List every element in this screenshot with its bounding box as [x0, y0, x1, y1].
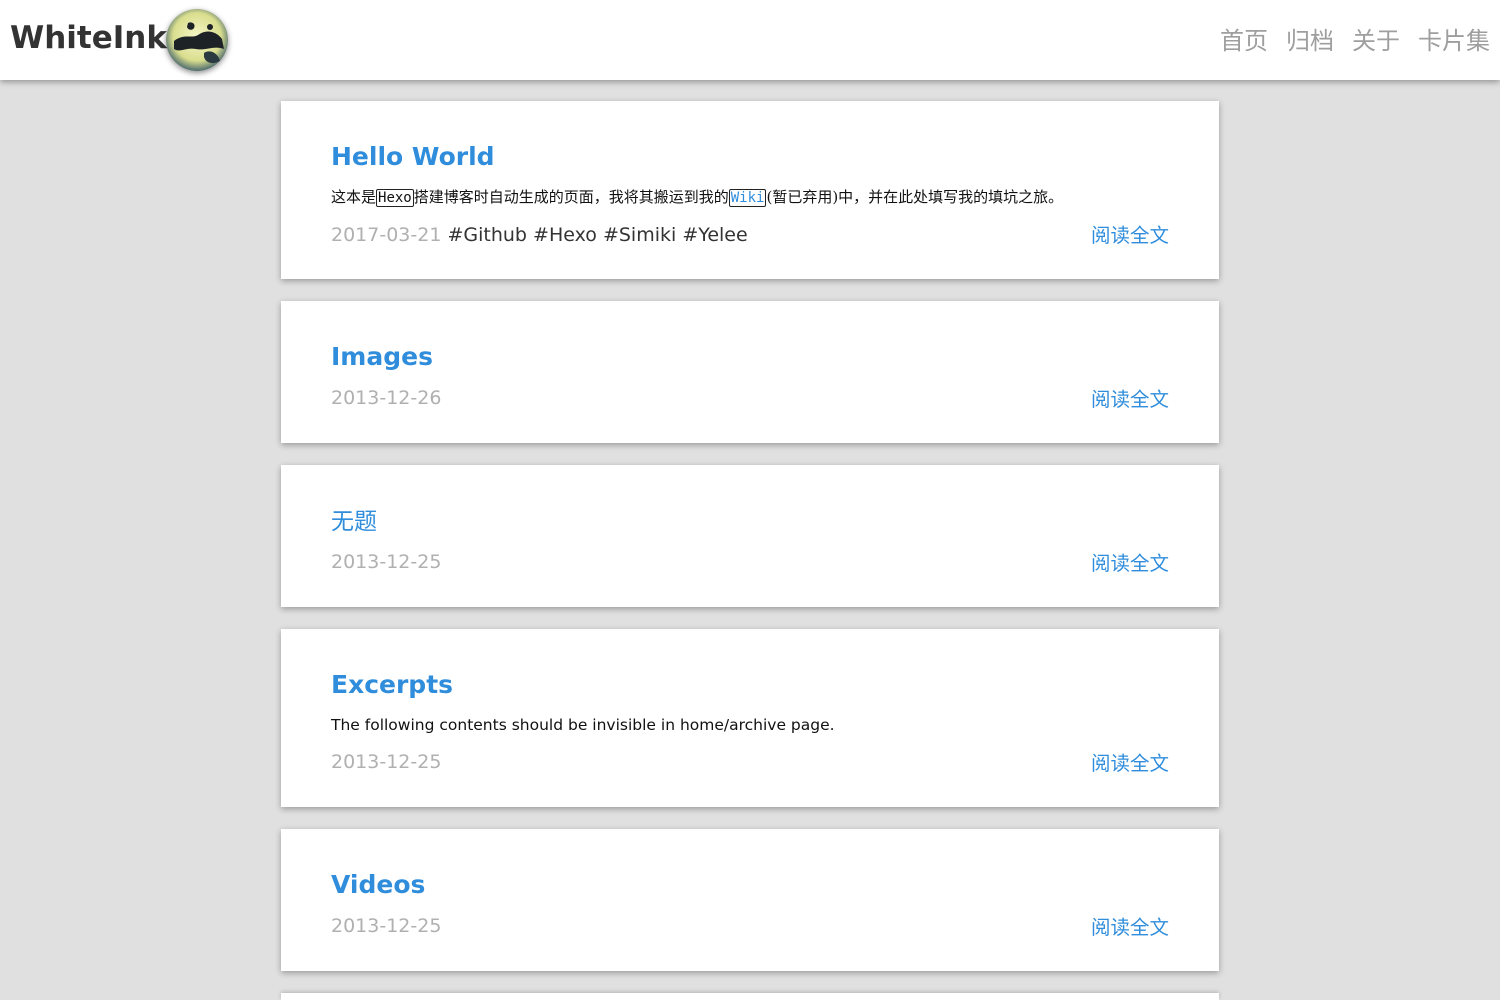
read-more-link[interactable]: 阅读全文 — [1091, 223, 1169, 249]
post-date: 2013-12-25 — [331, 551, 442, 573]
excerpt-text: 搭建博客时自动生成的页面，我将其搬运到我的 — [413, 188, 729, 206]
post-date: 2017-03-21 — [331, 224, 442, 246]
tag-link[interactable]: #Github — [447, 224, 527, 246]
post-card: Excerpts The following contents should b… — [281, 629, 1219, 807]
post-meta: 2013-12-25 — [331, 549, 441, 575]
post-excerpt: 这本是 Hexo 搭建博客时自动生成的页面，我将其搬运到我的 Wiki (暂已弃用)中，… — [331, 186, 1063, 209]
post-card: Images 2013-12-26 阅读全文 — [281, 301, 1219, 443]
avatar-image — [166, 9, 228, 71]
nav-home[interactable]: 首页 — [1220, 26, 1268, 56]
post-date: 2013-12-25 — [331, 915, 442, 937]
post-card: Videos 2013-12-25 阅读全文 — [281, 829, 1219, 971]
post-meta: 2013-12-25 — [331, 913, 441, 939]
excerpt-text: 这本是 — [331, 188, 377, 206]
inline-code: Hexo — [376, 189, 414, 207]
post-title-link[interactable]: Hello World — [331, 141, 495, 173]
read-more-link[interactable]: 阅读全文 — [1091, 915, 1169, 941]
tag-link[interactable]: #Simiki — [603, 224, 676, 246]
site-title-link[interactable]: WhiteInk — [10, 20, 167, 56]
post-date: 2013-12-26 — [331, 387, 442, 409]
tag-link[interactable]: #Yelee — [682, 224, 747, 246]
tag-link[interactable]: #Hexo — [533, 224, 597, 246]
nav-cards[interactable]: 卡片集 — [1418, 26, 1490, 56]
post-title-link[interactable]: Videos — [331, 869, 425, 901]
site-header: WhiteInk 首页 归档 关于 卡片集 — [0, 0, 1500, 80]
wiki-link[interactable]: Wiki — [728, 189, 767, 207]
post-title-link[interactable]: Excerpts — [331, 669, 453, 701]
read-more-link[interactable]: 阅读全文 — [1091, 387, 1169, 413]
post-meta: 2017-03-21 #Github #Hexo #Simiki #Yelee — [331, 222, 748, 248]
avatar[interactable] — [166, 9, 228, 71]
post-card: 无题 2013-12-25 阅读全文 — [281, 465, 1219, 607]
post-meta: 2013-12-25 — [331, 749, 441, 775]
post-title-link[interactable]: 无题 — [331, 506, 377, 538]
post-title-link[interactable]: Images — [331, 341, 433, 373]
nav-about[interactable]: 关于 — [1352, 26, 1400, 56]
read-more-link[interactable]: 阅读全文 — [1091, 751, 1169, 777]
main-nav: 首页 归档 关于 卡片集 — [1220, 26, 1490, 56]
nav-archive[interactable]: 归档 — [1286, 26, 1334, 56]
post-meta: 2013-12-26 — [331, 385, 441, 411]
excerpt-text: (暂已弃用)中，并在此处填写我的填坑之旅。 — [766, 188, 1064, 206]
post-card-partial — [281, 993, 1219, 1000]
post-date: 2013-12-25 — [331, 751, 442, 773]
read-more-link[interactable]: 阅读全文 — [1091, 551, 1169, 577]
post-card: Hello World 这本是 Hexo 搭建博客时自动生成的页面，我将其搬运到我的… — [281, 101, 1219, 279]
post-excerpt: The following contents should be invisib… — [331, 716, 835, 734]
